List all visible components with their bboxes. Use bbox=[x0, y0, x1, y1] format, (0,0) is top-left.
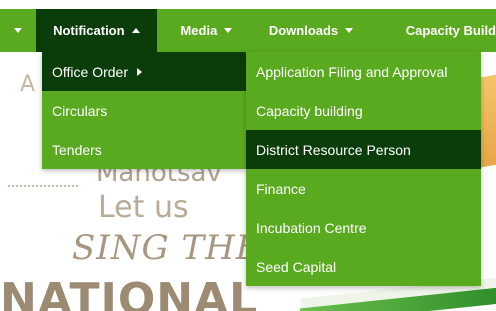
chevron-down-icon bbox=[224, 28, 233, 33]
nav-notification[interactable]: Notification bbox=[36, 9, 158, 52]
chevron-down-icon bbox=[14, 28, 23, 33]
submenu-item-incubation-centre[interactable]: Incubation Centre bbox=[246, 208, 481, 247]
menu-item-circulars[interactable]: Circulars bbox=[42, 91, 246, 130]
office-order-submenu: Application Filing and Approval Capacity… bbox=[246, 52, 481, 286]
nav-media[interactable]: Media bbox=[157, 9, 247, 52]
nav-prev-item[interactable] bbox=[0, 9, 36, 52]
nav-capacity-building[interactable]: Capacity Build bbox=[383, 9, 496, 52]
banner-text-sing-the: SING THE bbox=[72, 228, 262, 268]
menu-item-tenders[interactable]: Tenders bbox=[42, 130, 246, 169]
submenu-item-capacity-building[interactable]: Capacity building bbox=[246, 91, 481, 130]
submenu-item-label: Incubation Centre bbox=[256, 219, 367, 236]
banner-text-a: A bbox=[20, 72, 36, 97]
submenu-item-finance[interactable]: Finance bbox=[246, 169, 481, 208]
submenu-item-label: Application Filing and Approval bbox=[256, 63, 448, 80]
submenu-item-label: Seed Capital bbox=[256, 258, 337, 275]
chevron-up-icon bbox=[131, 28, 140, 33]
submenu-item-label: Finance bbox=[256, 180, 306, 197]
menu-item-label: Circulars bbox=[52, 102, 108, 119]
main-nav: Notification Media Downloads Capacity Bu… bbox=[0, 9, 496, 52]
menu-item-label: Tenders bbox=[52, 141, 102, 158]
chevron-down-icon bbox=[345, 28, 354, 33]
menu-item-office-order[interactable]: Office Order bbox=[42, 52, 246, 91]
nav-media-label: Media bbox=[180, 23, 218, 38]
banner-dotted-line bbox=[8, 185, 78, 189]
submenu-item-label: Capacity building bbox=[256, 102, 363, 119]
submenu-item-district-resource-person[interactable]: District Resource Person bbox=[246, 130, 481, 169]
submenu-item-label: District Resource Person bbox=[256, 141, 411, 158]
submenu-item-application-filing[interactable]: Application Filing and Approval bbox=[246, 52, 481, 91]
nav-capacity-label: Capacity Build bbox=[405, 23, 496, 38]
nav-downloads[interactable]: Downloads bbox=[248, 9, 383, 52]
chevron-right-icon bbox=[137, 67, 142, 76]
nav-downloads-label: Downloads bbox=[268, 23, 339, 38]
banner-text-let-us: Let us bbox=[98, 190, 189, 225]
notification-dropdown: Office Order Circulars Tenders bbox=[42, 52, 246, 169]
submenu-item-seed-capital[interactable]: Seed Capital bbox=[246, 247, 481, 286]
menu-item-label: Office Order bbox=[52, 63, 128, 80]
banner-text-national: NATIONAL bbox=[0, 274, 259, 311]
nav-notification-label: Notification bbox=[53, 23, 125, 38]
